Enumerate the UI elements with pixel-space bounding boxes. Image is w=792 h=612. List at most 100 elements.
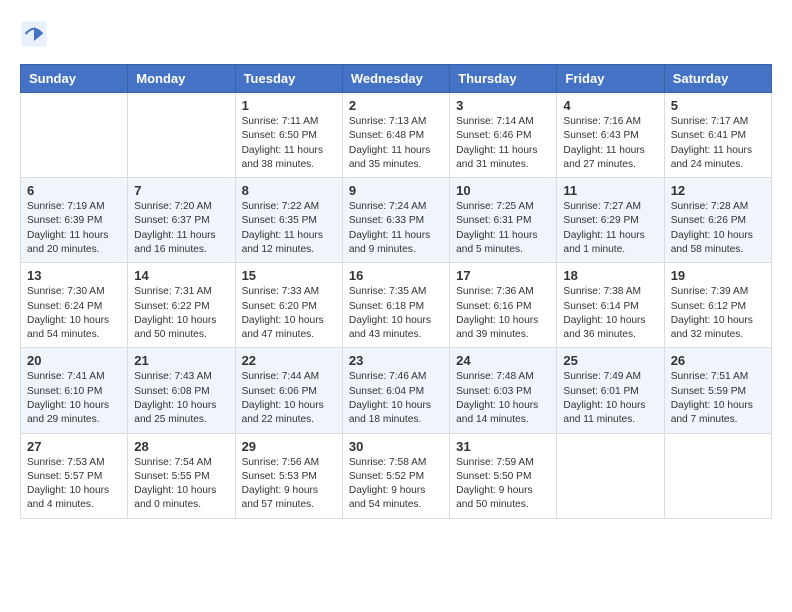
- day-number: 2: [349, 98, 443, 113]
- calendar-cell: 3 Sunrise: 7:14 AM Sunset: 6:46 PM Daylig…: [450, 93, 557, 178]
- day-number: 16: [349, 268, 443, 283]
- calendar-cell: 12Sunrise: 7:28 AM Sunset: 6:26 PM Dayli…: [664, 178, 771, 263]
- calendar-cell: 29 Sunrise: 7:56 AM Sunset: 5:53 PM Dayli…: [235, 433, 342, 518]
- day-number: 6: [27, 183, 121, 198]
- calendar-cell: 28 Sunrise: 7:54 AM Sunset: 5:55 PM Dayli…: [128, 433, 235, 518]
- cell-content: Sunrise: 7:28 AM Sunset: 6:26 PM Dayligh…: [671, 200, 765, 257]
- day-number: 19: [671, 268, 765, 283]
- calendar-cell: 9Sunrise: 7:24 AM Sunset: 6:33 PM Daylig…: [342, 178, 449, 263]
- day-number: 10: [456, 183, 550, 198]
- cell-content: Sunrise: 7:11 AM Sunset: 6:50 PM Dayligh…: [242, 115, 336, 172]
- day-number: 15: [242, 268, 336, 283]
- calendar-cell: 15 Sunrise: 7:33 AM Sunset: 6:20 PM Dayli…: [235, 263, 342, 348]
- cell-content: Sunrise: 7:44 AM Sunset: 6:06 PM Dayligh…: [242, 370, 336, 427]
- page-header: [20, 20, 772, 48]
- calendar-cell: 4 Sunrise: 7:16 AM Sunset: 6:43 PM Daylig…: [557, 93, 664, 178]
- day-header-tuesday: Tuesday: [235, 65, 342, 93]
- cell-content: Sunrise: 7:14 AM Sunset: 6:46 PM Dayligh…: [456, 115, 550, 172]
- calendar-cell: 26Sunrise: 7:51 AM Sunset: 5:59 PM Dayli…: [664, 348, 771, 433]
- day-number: 23: [349, 353, 443, 368]
- cell-content: Sunrise: 7:25 AM Sunset: 6:31 PM Dayligh…: [456, 200, 550, 257]
- cell-content: Sunrise: 7:35 AM Sunset: 6:18 PM Dayligh…: [349, 285, 443, 342]
- calendar-table: SundayMondayTuesdayWednesdayThursdayFrid…: [20, 64, 772, 519]
- calendar-cell: 1Sunrise: 7:11 AM Sunset: 6:50 PM Daylig…: [235, 93, 342, 178]
- calendar-cell: 8 Sunrise: 7:22 AM Sunset: 6:35 PM Daylig…: [235, 178, 342, 263]
- calendar-cell: 20 Sunrise: 7:41 AM Sunset: 6:10 PM Dayli…: [21, 348, 128, 433]
- calendar-header-row: SundayMondayTuesdayWednesdayThursdayFrid…: [21, 65, 772, 93]
- cell-content: Sunrise: 7:41 AM Sunset: 6:10 PM Dayligh…: [27, 370, 121, 427]
- cell-content: Sunrise: 7:49 AM Sunset: 6:01 PM Dayligh…: [563, 370, 657, 427]
- logo-icon: [20, 20, 48, 48]
- day-number: 24: [456, 353, 550, 368]
- day-number: 31: [456, 439, 550, 454]
- calendar-cell: 17Sunrise: 7:36 AM Sunset: 6:16 PM Dayli…: [450, 263, 557, 348]
- calendar-cell: 24 Sunrise: 7:48 AM Sunset: 6:03 PM Dayli…: [450, 348, 557, 433]
- day-number: 27: [27, 439, 121, 454]
- calendar-week-row: 20 Sunrise: 7:41 AM Sunset: 6:10 PM Dayli…: [21, 348, 772, 433]
- day-number: 18: [563, 268, 657, 283]
- cell-content: Sunrise: 7:31 AM Sunset: 6:22 PM Dayligh…: [134, 285, 228, 342]
- day-number: 3: [456, 98, 550, 113]
- cell-content: Sunrise: 7:43 AM Sunset: 6:08 PM Dayligh…: [134, 370, 228, 427]
- day-header-wednesday: Wednesday: [342, 65, 449, 93]
- calendar-cell: 7 Sunrise: 7:20 AM Sunset: 6:37 PM Daylig…: [128, 178, 235, 263]
- day-number: 25: [563, 353, 657, 368]
- cell-content: Sunrise: 7:38 AM Sunset: 6:14 PM Dayligh…: [563, 285, 657, 342]
- day-header-thursday: Thursday: [450, 65, 557, 93]
- cell-content: Sunrise: 7:59 AM Sunset: 5:50 PM Dayligh…: [456, 456, 550, 513]
- cell-content: Sunrise: 7:33 AM Sunset: 6:20 PM Dayligh…: [242, 285, 336, 342]
- day-number: 30: [349, 439, 443, 454]
- day-header-sunday: Sunday: [21, 65, 128, 93]
- calendar-cell: 23 Sunrise: 7:46 AM Sunset: 6:04 PM Dayli…: [342, 348, 449, 433]
- cell-content: Sunrise: 7:54 AM Sunset: 5:55 PM Dayligh…: [134, 456, 228, 513]
- calendar-cell: [128, 93, 235, 178]
- calendar-cell: 18 Sunrise: 7:38 AM Sunset: 6:14 PM Dayli…: [557, 263, 664, 348]
- cell-content: Sunrise: 7:16 AM Sunset: 6:43 PM Dayligh…: [563, 115, 657, 172]
- calendar-week-row: 6 Sunrise: 7:19 AM Sunset: 6:39 PM Daylig…: [21, 178, 772, 263]
- day-number: 29: [242, 439, 336, 454]
- calendar-cell: [664, 433, 771, 518]
- calendar-cell: 31 Sunrise: 7:59 AM Sunset: 5:50 PM Dayli…: [450, 433, 557, 518]
- calendar-cell: 27 Sunrise: 7:53 AM Sunset: 5:57 PM Dayli…: [21, 433, 128, 518]
- day-header-monday: Monday: [128, 65, 235, 93]
- cell-content: Sunrise: 7:27 AM Sunset: 6:29 PM Dayligh…: [563, 200, 657, 257]
- day-number: 7: [134, 183, 228, 198]
- cell-content: Sunrise: 7:39 AM Sunset: 6:12 PM Dayligh…: [671, 285, 765, 342]
- cell-content: Sunrise: 7:13 AM Sunset: 6:48 PM Dayligh…: [349, 115, 443, 172]
- calendar-cell: 2 Sunrise: 7:13 AM Sunset: 6:48 PM Daylig…: [342, 93, 449, 178]
- cell-content: Sunrise: 7:22 AM Sunset: 6:35 PM Dayligh…: [242, 200, 336, 257]
- cell-content: Sunrise: 7:17 AM Sunset: 6:41 PM Dayligh…: [671, 115, 765, 172]
- cell-content: Sunrise: 7:53 AM Sunset: 5:57 PM Dayligh…: [27, 456, 121, 513]
- calendar-cell: 21 Sunrise: 7:43 AM Sunset: 6:08 PM Dayli…: [128, 348, 235, 433]
- calendar-cell: 30Sunrise: 7:58 AM Sunset: 5:52 PM Dayli…: [342, 433, 449, 518]
- calendar-cell: 25 Sunrise: 7:49 AM Sunset: 6:01 PM Dayli…: [557, 348, 664, 433]
- calendar-cell: 22Sunrise: 7:44 AM Sunset: 6:06 PM Dayli…: [235, 348, 342, 433]
- day-number: 21: [134, 353, 228, 368]
- calendar-cell: 5 Sunrise: 7:17 AM Sunset: 6:41 PM Daylig…: [664, 93, 771, 178]
- cell-content: Sunrise: 7:30 AM Sunset: 6:24 PM Dayligh…: [27, 285, 121, 342]
- calendar-week-row: 13 Sunrise: 7:30 AM Sunset: 6:24 PM Dayli…: [21, 263, 772, 348]
- cell-content: Sunrise: 7:48 AM Sunset: 6:03 PM Dayligh…: [456, 370, 550, 427]
- day-number: 8: [242, 183, 336, 198]
- cell-content: Sunrise: 7:20 AM Sunset: 6:37 PM Dayligh…: [134, 200, 228, 257]
- cell-content: Sunrise: 7:19 AM Sunset: 6:39 PM Dayligh…: [27, 200, 121, 257]
- calendar-cell: 11Sunrise: 7:27 AM Sunset: 6:29 PM Dayli…: [557, 178, 664, 263]
- day-number: 4: [563, 98, 657, 113]
- day-number: 20: [27, 353, 121, 368]
- calendar-week-row: 1Sunrise: 7:11 AM Sunset: 6:50 PM Daylig…: [21, 93, 772, 178]
- calendar-cell: [21, 93, 128, 178]
- day-number: 13: [27, 268, 121, 283]
- logo: [20, 20, 52, 48]
- day-header-saturday: Saturday: [664, 65, 771, 93]
- cell-content: Sunrise: 7:46 AM Sunset: 6:04 PM Dayligh…: [349, 370, 443, 427]
- day-number: 5: [671, 98, 765, 113]
- cell-content: Sunrise: 7:36 AM Sunset: 6:16 PM Dayligh…: [456, 285, 550, 342]
- cell-content: Sunrise: 7:56 AM Sunset: 5:53 PM Dayligh…: [242, 456, 336, 513]
- calendar-week-row: 27 Sunrise: 7:53 AM Sunset: 5:57 PM Dayli…: [21, 433, 772, 518]
- day-number: 14: [134, 268, 228, 283]
- day-number: 28: [134, 439, 228, 454]
- cell-content: Sunrise: 7:51 AM Sunset: 5:59 PM Dayligh…: [671, 370, 765, 427]
- cell-content: Sunrise: 7:24 AM Sunset: 6:33 PM Dayligh…: [349, 200, 443, 257]
- day-header-friday: Friday: [557, 65, 664, 93]
- calendar-cell: [557, 433, 664, 518]
